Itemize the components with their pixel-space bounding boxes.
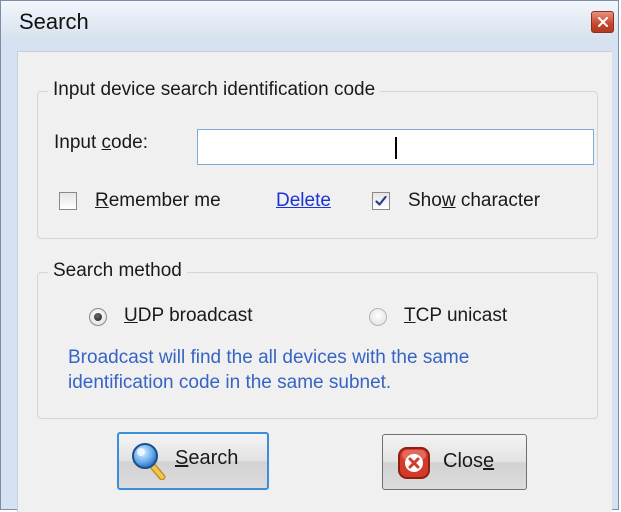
text-caret: [395, 137, 397, 159]
show-character-label[interactable]: Show character: [408, 190, 540, 212]
code-group-title: Input device search identification code: [48, 79, 381, 101]
search-button[interactable]: Search: [117, 432, 269, 490]
search-button-label: Search: [175, 447, 239, 469]
close-x-icon: [598, 17, 608, 27]
search-dialog: Search Input device search identificatio…: [0, 0, 619, 512]
input-code-label: Input code:: [54, 132, 149, 153]
delete-link[interactable]: Delete: [276, 190, 331, 212]
udp-broadcast-radio[interactable]: [89, 308, 107, 326]
radio-selected-dot: [94, 313, 102, 321]
remember-me-checkbox[interactable]: [59, 192, 77, 210]
code-group: Input device search identification code …: [37, 79, 598, 239]
show-character-checkbox[interactable]: [372, 192, 390, 210]
window-close-button[interactable]: [591, 11, 614, 33]
window-title: Search: [19, 9, 89, 34]
red-x-icon: [398, 447, 430, 479]
close-button[interactable]: Close: [382, 434, 527, 490]
checkmark-icon: [375, 195, 387, 206]
title-bar[interactable]: Search: [1, 1, 618, 41]
udp-broadcast-label[interactable]: UDP broadcast: [124, 305, 253, 327]
search-method-title: Search method: [48, 260, 187, 282]
search-method-group: Search method UDP broadcast TCP unicast …: [37, 260, 598, 419]
info-line-1: Broadcast will find the all devices with…: [68, 347, 470, 368]
code-input[interactable]: [197, 129, 594, 165]
broadcast-info-text: Broadcast will find the all devices with…: [68, 345, 469, 395]
remember-me-label[interactable]: Remember me: [95, 190, 221, 212]
tcp-unicast-label[interactable]: TCP unicast: [404, 305, 507, 327]
tcp-unicast-radio[interactable]: [369, 308, 387, 326]
info-line-2: identification code in the same subnet.: [68, 372, 392, 393]
close-button-label: Close: [443, 450, 495, 472]
dialog-client-area: Input device search identification code …: [17, 51, 612, 512]
magnifier-icon: [132, 443, 166, 480]
